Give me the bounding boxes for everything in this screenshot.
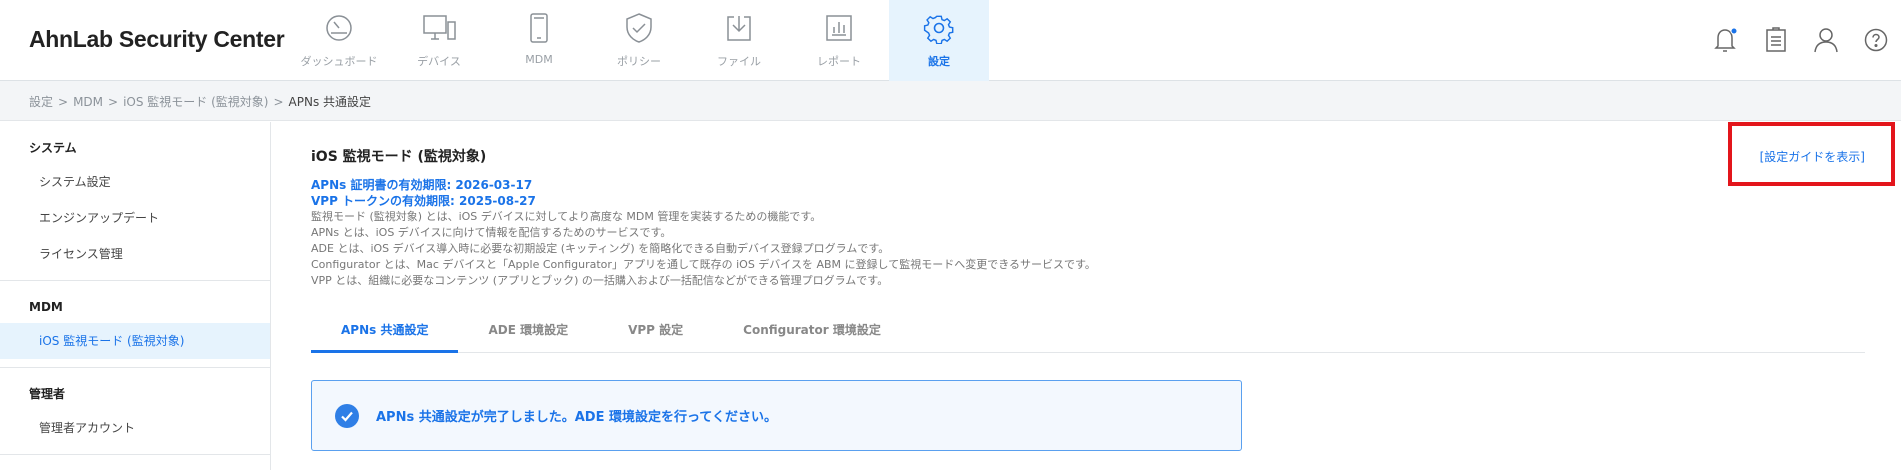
description-line: VPP とは、組織に必要なコンテンツ (アプリとブック) の一括購入および一括配… bbox=[311, 274, 889, 287]
top-header: AhnLab Security Center ダッシュボード デバイス MDM … bbox=[0, 0, 1901, 81]
nav-policy[interactable]: ポリシー bbox=[589, 0, 689, 81]
sidebar-item-license[interactable]: ライセンス管理 bbox=[0, 236, 270, 272]
sidebar-section-system: システム bbox=[29, 141, 77, 155]
dashboard-gauge-icon bbox=[319, 10, 359, 46]
status-message: APNs 共通設定が完了しました。ADE 環境設定を行ってください。 bbox=[376, 410, 777, 425]
sidebar-item-engine-update[interactable]: エンジンアップデート bbox=[0, 200, 270, 236]
nav-mdm[interactable]: MDM bbox=[489, 0, 589, 81]
main-nav: ダッシュボード デバイス MDM ポリシー ファイル レポート 設定 bbox=[289, 0, 989, 81]
breadcrumb-bar: 設定 > MDM > iOS 監視モード (監視対象) > APNs 共通設定 bbox=[0, 81, 1901, 121]
nav-label: MDM bbox=[525, 53, 553, 66]
page-title: iOS 監視モード (監視対象) bbox=[311, 149, 487, 165]
clipboard-icon[interactable] bbox=[1751, 24, 1801, 56]
sidebar-section-mdm: MDM bbox=[29, 300, 63, 314]
breadcrumb: 設定 > MDM > iOS 監視モード (監視対象) > APNs 共通設定 bbox=[29, 93, 371, 110]
tab-vpp[interactable]: VPP 設定 bbox=[598, 317, 713, 353]
nav-label: 設定 bbox=[928, 55, 950, 68]
sidebar-item-admin-account[interactable]: 管理者アカウント bbox=[0, 410, 270, 446]
settings-tabs: APNs 共通設定 ADE 環境設定 VPP 設定 Configurator 環… bbox=[311, 317, 1865, 353]
help-icon[interactable] bbox=[1851, 24, 1901, 56]
description-line: APNs とは、iOS デバイスに向けて情報を配信するためのサービスです。 bbox=[311, 226, 672, 239]
file-download-icon bbox=[719, 10, 759, 46]
breadcrumb-separator: > bbox=[273, 95, 284, 109]
check-circle-icon bbox=[335, 403, 359, 428]
policy-shield-icon bbox=[619, 10, 659, 46]
tab-configurator[interactable]: Configurator 環境設定 bbox=[713, 317, 911, 353]
nav-label: ファイル bbox=[717, 55, 761, 68]
nav-label: ダッシュボード bbox=[300, 55, 378, 68]
description-line: 監視モード (監視対象) とは、iOS デバイスに対してより高度な MDM 管理… bbox=[311, 210, 822, 223]
breadcrumb-item[interactable]: MDM bbox=[73, 95, 103, 109]
mobile-phone-icon bbox=[519, 10, 559, 46]
tab-apns[interactable]: APNs 共通設定 bbox=[311, 317, 459, 353]
nav-settings[interactable]: 設定 bbox=[889, 0, 989, 81]
report-chart-icon bbox=[819, 10, 859, 46]
settings-guide-link[interactable]: [設定ガイドを表示] bbox=[1760, 148, 1865, 165]
user-icon[interactable] bbox=[1801, 24, 1851, 56]
notification-bell-icon[interactable] bbox=[1701, 24, 1751, 56]
breadcrumb-item[interactable]: 設定 bbox=[29, 95, 53, 109]
vpp-expiry: VPP トークンの有効期限: 2025-08-27 bbox=[311, 194, 536, 208]
apns-expiry: APNs 証明書の有効期限: 2026-03-17 bbox=[311, 178, 533, 192]
sidebar-item-ios-supervised[interactable]: iOS 監視モード (監視対象) bbox=[0, 323, 270, 359]
description: 監視モード (監視対象) とは、iOS デバイスに対してより高度な MDM 管理… bbox=[311, 209, 1096, 289]
device-monitor-icon bbox=[419, 10, 459, 46]
nav-label: デバイス bbox=[417, 55, 461, 68]
breadcrumb-separator: > bbox=[108, 95, 119, 109]
app-logo[interactable]: AhnLab Security Center bbox=[29, 26, 285, 53]
breadcrumb-current: APNs 共通設定 bbox=[288, 95, 372, 109]
settings-gear-icon bbox=[919, 10, 959, 46]
nav-dashboard[interactable]: ダッシュボード bbox=[289, 0, 389, 81]
header-icon-group bbox=[1701, 24, 1901, 56]
expiry-info: APNs 証明書の有効期限: 2026-03-17 VPP トークンの有効期限:… bbox=[311, 177, 536, 209]
sidebar: システム システム設定 エンジンアップデート ライセンス管理 MDM iOS 監… bbox=[0, 122, 271, 470]
description-line: Configurator とは、Mac デバイスと「Apple Configur… bbox=[311, 258, 1096, 271]
tab-ade[interactable]: ADE 環境設定 bbox=[458, 317, 598, 353]
status-banner: APNs 共通設定が完了しました。ADE 環境設定を行ってください。 bbox=[311, 380, 1242, 451]
breadcrumb-item[interactable]: iOS 監視モード (監視対象) bbox=[123, 95, 268, 109]
main-content: iOS 監視モード (監視対象) [設定ガイドを表示] APNs 証明書の有効期… bbox=[272, 122, 1901, 470]
nav-label: ポリシー bbox=[617, 55, 661, 68]
sidebar-section-admin: 管理者 bbox=[29, 387, 66, 401]
nav-report[interactable]: レポート bbox=[789, 0, 889, 81]
breadcrumb-separator: > bbox=[58, 95, 69, 109]
sidebar-item-system-settings[interactable]: システム設定 bbox=[0, 164, 270, 200]
sidebar-divider bbox=[0, 454, 270, 455]
nav-file[interactable]: ファイル bbox=[689, 0, 789, 81]
description-line: ADE とは、iOS デバイス導入時に必要な初期設定 (キッティング) を簡略化… bbox=[311, 242, 890, 255]
nav-label: レポート bbox=[817, 55, 861, 68]
nav-device[interactable]: デバイス bbox=[389, 0, 489, 81]
